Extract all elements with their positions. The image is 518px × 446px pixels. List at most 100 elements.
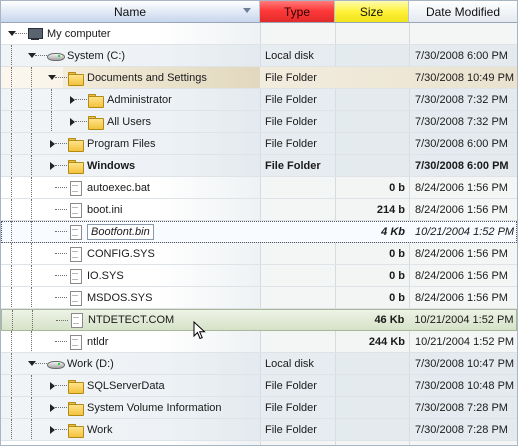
tree-node: System (C:) [47, 45, 125, 66]
collapse-arrow-icon[interactable] [27, 359, 37, 369]
size-cell: 46 Kb [374, 314, 405, 326]
tree-node: Windows [67, 155, 135, 176]
column-header-size[interactable]: Size [335, 1, 409, 22]
expand-arrow-icon[interactable] [47, 139, 57, 149]
size-cell [335, 419, 409, 440]
folder-icon [87, 115, 104, 130]
tree-node: ntldr [67, 331, 108, 352]
size-cell: 4 Kb [381, 225, 405, 238]
tree-row[interactable]: CONFIG.SYS 0 b 8/24/2006 1:56 PM [1, 243, 517, 265]
column-header-type-label: Type [283, 4, 310, 19]
tree-row[interactable]: autoexec.bat 0 b 8/24/2006 1:56 PM [1, 177, 517, 199]
tree-guide-line [11, 199, 12, 220]
tree-node: Work [67, 419, 112, 440]
tree-guide-line [11, 89, 12, 110]
name-cell: System Volume Information [1, 397, 260, 418]
name-label: Administrator [107, 93, 172, 106]
tree-row[interactable]: All Users File Folder 7/30/2008 7:32 PM [1, 111, 517, 133]
tree-connector-line [55, 275, 67, 276]
column-header-name[interactable]: Name [1, 1, 260, 22]
name-label: CONFIG.SYS [87, 247, 155, 260]
date-cell: 7/30/2008 7:28 PM [415, 423, 508, 436]
column-header-row: Name Type Size Date Modified [1, 1, 517, 23]
name-label: System (C:) [67, 49, 126, 62]
tree-row[interactable]: Windows File Folder 7/30/2008 6:00 PM [1, 155, 517, 177]
size-cell [335, 133, 409, 154]
size-cell [335, 375, 409, 396]
type-cell: File Folder [265, 401, 317, 414]
tree-row[interactable]: Administrator File Folder 7/30/2008 7:32 P… [1, 89, 517, 111]
file-icon [68, 313, 84, 328]
column-header-type[interactable]: Type [260, 1, 335, 22]
expand-arrow-icon[interactable] [67, 117, 77, 127]
tree-guide-line [31, 287, 32, 308]
tree-row[interactable]: Bootfont.bin 4 Kb 10/21/2004 1:52 PM [1, 221, 517, 243]
tree-node: boot.ini [67, 199, 122, 220]
tree-connector-line [56, 319, 68, 321]
tree-row[interactable]: ntldr 244 Kb 10/21/2004 1:52 PM [1, 331, 517, 353]
tree-guide-line [31, 89, 32, 110]
tree-row[interactable]: My computer [1, 23, 517, 45]
date-cell: 10/21/2004 1:52 PM [415, 335, 515, 348]
tree-row[interactable]: Program Files File Folder 7/30/2008 6:00 P… [1, 133, 517, 155]
expand-arrow-icon[interactable] [47, 425, 57, 435]
tree-row[interactable]: SQLServerData File Folder 7/30/2008 10:48 … [1, 375, 517, 397]
collapse-arrow-icon[interactable] [47, 73, 57, 83]
name-label: SQLServerData [87, 379, 165, 392]
size-cell: 0 b [389, 291, 405, 304]
tree-guide-line [11, 243, 12, 264]
type-cell [260, 265, 335, 286]
name-cell: IO.SYS [1, 265, 260, 286]
tree-row[interactable]: System Volume Information File Folder 7/30… [1, 397, 517, 419]
tree-node: autoexec.bat [67, 177, 150, 198]
name-cell: NTDETECT.COM [2, 309, 260, 331]
tree-row[interactable]: Work File Folder 7/30/2008 7:28 PM [1, 419, 517, 441]
tree-connector-line [55, 341, 67, 342]
name-label: System Volume Information [87, 401, 222, 414]
expand-arrow-icon[interactable] [47, 403, 57, 413]
folder-icon [67, 379, 84, 394]
date-cell: 10/21/2004 1:52 PM [415, 225, 515, 238]
name-cell: All Users [1, 111, 260, 132]
folder-icon [87, 93, 104, 108]
name-label: Windows [87, 159, 136, 172]
tree-row[interactable]: System (C:) Local disk 7/30/2008 6:00 PM [1, 45, 517, 67]
tree-connector-line [55, 297, 67, 298]
column-header-date[interactable]: Date Modified [409, 1, 517, 22]
tree-row[interactable]: IO.SYS 0 b 8/24/2006 1:56 PM [1, 265, 517, 287]
tree-row[interactable]: NTDETECT.COM 46 Kb 10/21/2004 1:52 PM [1, 309, 517, 331]
tree-connector-line [55, 253, 67, 254]
expand-arrow-icon[interactable] [67, 95, 77, 105]
tree-row[interactable]: MSDOS.SYS 0 b 8/24/2006 1:56 PM [1, 287, 517, 309]
tree-guide-line [12, 309, 13, 331]
type-cell: Local disk [265, 49, 314, 62]
name-label: ntldr [87, 335, 109, 348]
collapse-arrow-icon[interactable] [7, 29, 17, 39]
collapse-arrow-icon[interactable] [27, 51, 37, 61]
folder-icon [67, 137, 84, 152]
date-cell: 8/24/2006 1:56 PM [415, 181, 508, 194]
folder-icon [67, 401, 84, 416]
name-cell: Work [1, 419, 260, 440]
date-cell: 7/30/2008 10:49 PM [415, 71, 515, 84]
tree-guide-line [11, 133, 12, 154]
expand-arrow-icon[interactable] [47, 161, 57, 171]
date-cell: 8/24/2006 1:56 PM [415, 269, 508, 282]
name-cell: Documents and Settings [1, 67, 260, 88]
tree-connector-line [55, 187, 67, 188]
tree-row[interactable]: Documents and Settings File Folder 7/30/20… [1, 67, 517, 89]
name-cell: autoexec.bat [1, 177, 260, 198]
tree-row[interactable]: Work (D:) Local disk 7/30/2008 10:47 PM [1, 353, 517, 375]
name-cell: SQLServerData [1, 375, 260, 396]
tree-row[interactable]: boot.ini 214 b 8/24/2006 1:56 PM [1, 199, 517, 221]
tree-node: MSDOS.SYS [67, 287, 152, 308]
size-cell: 0 b [389, 247, 405, 260]
date-cell: 7/30/2008 6:00 PM [415, 137, 508, 150]
tree-guide-line [11, 287, 12, 308]
column-header-size-label: Size [359, 4, 384, 19]
type-cell [260, 310, 335, 331]
tree-node: Work (D:) [47, 353, 114, 374]
expand-arrow-icon[interactable] [47, 381, 57, 391]
type-cell: File Folder [265, 379, 317, 392]
type-cell [260, 23, 335, 44]
